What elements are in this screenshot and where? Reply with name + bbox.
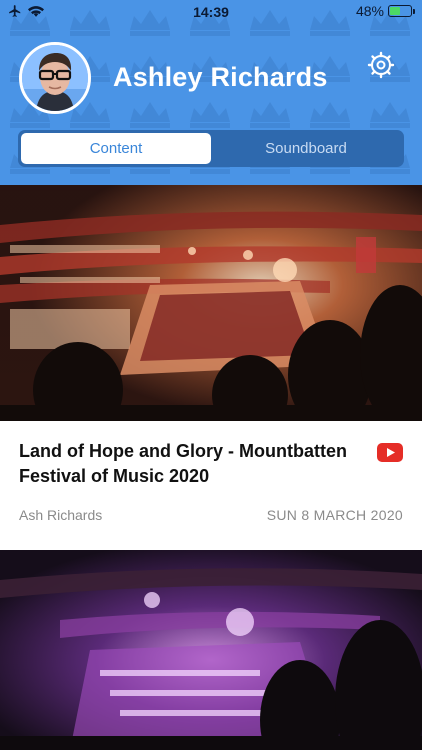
- gear-icon: [367, 51, 395, 79]
- tab-soundboard[interactable]: Soundboard: [211, 133, 401, 164]
- video-details: Land of Hope and Glory - Mountbatten Fes…: [0, 421, 422, 550]
- app-screen: 14:39 48% Ashley Richards Content Soundb…: [0, 0, 422, 750]
- battery-icon: [388, 5, 415, 17]
- battery-fill: [390, 7, 400, 15]
- concert-hall-image: [0, 185, 422, 421]
- concert-hall-image: [0, 550, 422, 750]
- content-feed: Land of Hope and Glory - Mountbatten Fes…: [0, 185, 422, 750]
- profile-header: 14:39 48% Ashley Richards Content Soundb…: [0, 0, 422, 185]
- video-card[interactable]: [0, 550, 422, 750]
- tab-content[interactable]: Content: [21, 133, 211, 164]
- settings-button[interactable]: [366, 50, 396, 80]
- video-date: SUN 8 MARCH 2020: [266, 507, 403, 523]
- video-thumbnail[interactable]: [0, 185, 422, 421]
- avatar[interactable]: [19, 42, 91, 114]
- video-card[interactable]: Land of Hope and Glory - Mountbatten Fes…: [0, 185, 422, 550]
- video-author: Ash Richards: [19, 507, 103, 523]
- video-title[interactable]: Land of Hope and Glory - Mountbatten Fes…: [19, 439, 359, 489]
- video-thumbnail[interactable]: [0, 550, 422, 750]
- status-right: 48%: [355, 3, 415, 19]
- status-bar: 14:39 48%: [0, 0, 422, 24]
- segmented-control: Content Soundboard: [18, 130, 404, 167]
- battery-percentage: 48%: [355, 3, 384, 19]
- youtube-icon[interactable]: [377, 443, 403, 462]
- avatar-portrait: [22, 45, 88, 111]
- profile-name: Ashley Richards: [113, 62, 328, 92]
